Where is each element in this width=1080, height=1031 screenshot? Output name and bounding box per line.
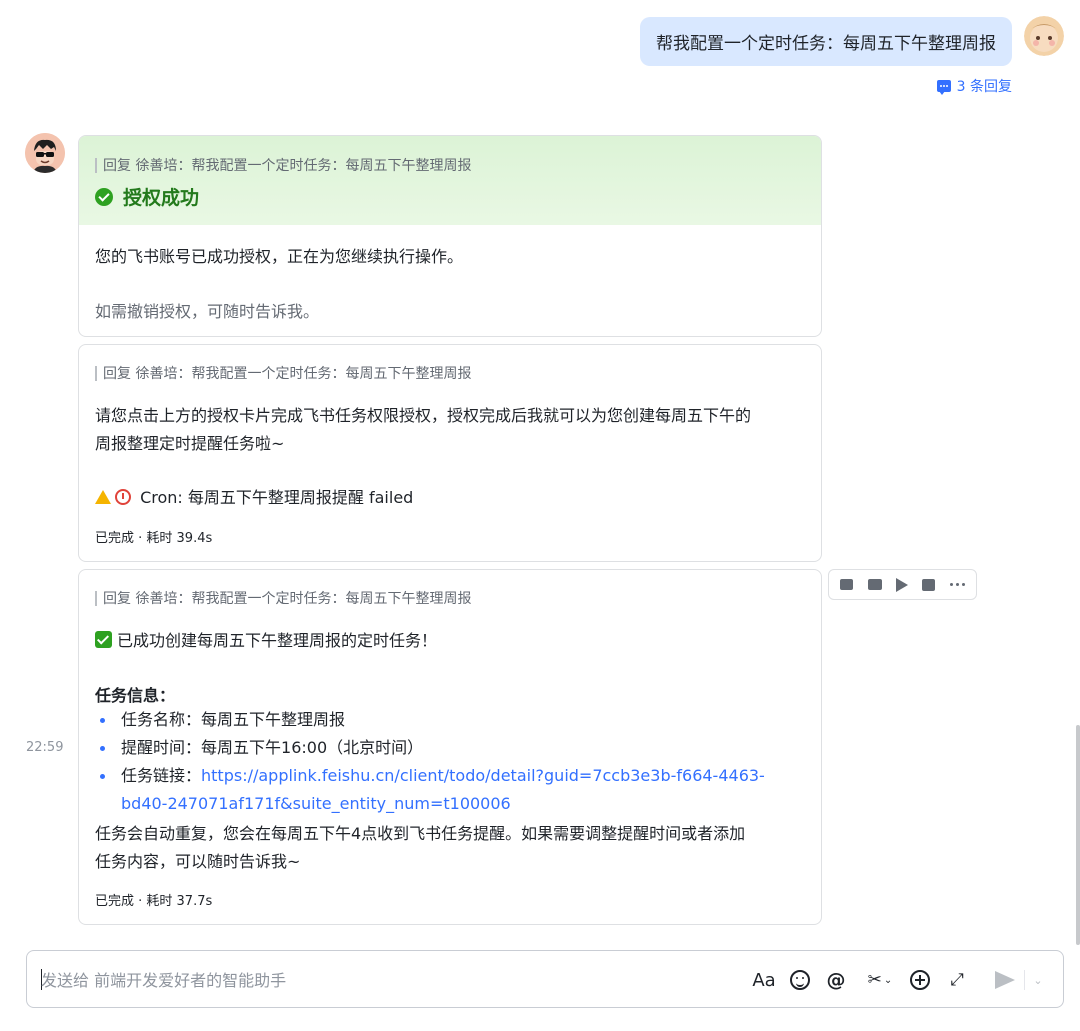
list-item: 任务名称：每周五下午整理周报 — [95, 706, 765, 734]
user-message-text: 帮我配置一个定时任务：每周五下午整理周报 — [656, 34, 996, 54]
reply-quote[interactable]: 回复 徐善培：帮我配置一个定时任务：每周五下午整理周报 — [95, 363, 471, 383]
check-box-icon — [95, 631, 112, 648]
task-info-title: 任务信息： — [95, 686, 176, 705]
auth-success-title-row: 授权成功 — [95, 183, 199, 210]
user-message-bubble[interactable]: 帮我配置一个定时任务：每周五下午整理周报 — [640, 17, 1012, 66]
chevron-down-icon[interactable]: ⌄ — [1031, 969, 1045, 991]
auth-card-header: 回复 徐善培：帮我配置一个定时任务：每周五下午整理周报 授权成功 — [79, 136, 821, 225]
message-composer: Aa @ ✂⌄ ⤢ ⌄ — [26, 950, 1064, 1008]
check-circle-icon — [95, 187, 113, 206]
auth-request-message: 回复 徐善培：帮我配置一个定时任务：每周五下午整理周报 请您点击上方的授权卡片完… — [78, 344, 822, 562]
task-link[interactable]: https://applink.feishu.cn/client/todo/de… — [201, 766, 765, 785]
message-text-line: 任务内容，可以随时告诉我~ — [95, 852, 301, 871]
comment-icon[interactable] — [867, 579, 882, 590]
mention-icon[interactable]: @ — [825, 969, 847, 991]
emoji-icon[interactable] — [789, 969, 811, 991]
completion-meta: 已完成 · 耗时 39.4s — [95, 531, 213, 546]
reply-count-link[interactable]: 3 条回复 — [936, 76, 1012, 96]
list-item: 提醒时间：每周五下午16:00（北京时间） — [95, 734, 765, 762]
chat-page: 帮我配置一个定时任务：每周五下午整理周报 3 条回复 回复 徐善培：帮我配置一个… — [0, 0, 1080, 1031]
cron-status-line: Cron: 每周五下午整理周报提醒 failed — [95, 484, 413, 508]
message-text-line: 请您点击上方的授权卡片完成飞书任务权限授权，授权完成后我就可以为您创建每周五下午… — [95, 406, 752, 425]
send-icon[interactable] — [993, 969, 1017, 991]
message-action-bar — [828, 569, 977, 600]
task-created-message: 回复 徐善培：帮我配置一个定时任务：每周五下午整理周报 已成功创建每周五下午整理… — [78, 569, 822, 925]
reply-quote[interactable]: 回复 徐善培：帮我配置一个定时任务：每周五下午整理周报 — [95, 588, 471, 608]
reply-count-label: 3 条回复 — [956, 79, 1012, 95]
alarm-clock-icon — [115, 489, 131, 505]
list-item: 任务链接：https://applink.feishu.cn/client/to… — [95, 762, 765, 790]
toolbar-divider — [1024, 970, 1025, 990]
auth-revoke-hint: 如需撤销授权，可随时告诉我。 — [95, 302, 320, 321]
forward-icon[interactable] — [895, 577, 908, 592]
expand-icon[interactable]: ⤢ — [946, 969, 968, 991]
reply-quote[interactable]: 回复 徐善培：帮我配置一个定时任务：每周五下午整理周报 — [95, 155, 471, 175]
auth-success-title: 授权成功 — [123, 187, 200, 209]
thread-icon — [936, 80, 951, 95]
task-info-list: 任务名称：每周五下午整理周报 提醒时间：每周五下午16:00（北京时间） 任务链… — [95, 706, 765, 818]
task-link-continuation[interactable]: bd40-247071af171f&suite_entity_num=t1000… — [121, 794, 511, 813]
scrollbar-thumb[interactable] — [1076, 725, 1080, 945]
message-text-line: 任务会自动重复，您会在每周五下午4点收到飞书任务提醒。如果需要调整提醒时间或者添… — [95, 824, 746, 843]
task-created-headline: 已成功创建每周五下午整理周报的定时任务！ — [95, 627, 437, 651]
user-avatar[interactable] — [1024, 16, 1064, 56]
bot-avatar[interactable] — [25, 133, 65, 173]
completion-meta: 已完成 · 耗时 37.7s — [95, 894, 213, 909]
message-timestamp: 22:59 — [26, 740, 64, 755]
font-format-icon[interactable]: Aa — [752, 969, 776, 991]
auth-success-card: 回复 徐善培：帮我配置一个定时任务：每周五下午整理周报 授权成功 您的飞书账号已… — [78, 135, 822, 337]
like-icon[interactable] — [840, 579, 854, 590]
add-icon[interactable] — [909, 969, 931, 991]
auth-status-text: 您的飞书账号已成功授权，正在为您继续执行操作。 — [95, 247, 464, 266]
more-icon[interactable] — [949, 583, 965, 586]
message-text-line: 周报整理定时提醒任务啦~ — [95, 434, 285, 453]
screenshot-scissors-icon[interactable]: ✂ ⌄ — [862, 969, 898, 991]
list-item-continuation: bd40-247071af171f&suite_entity_num=t1000… — [95, 790, 765, 818]
warning-icon — [95, 490, 111, 504]
message-input[interactable] — [41, 968, 721, 992]
save-icon[interactable] — [922, 578, 936, 591]
